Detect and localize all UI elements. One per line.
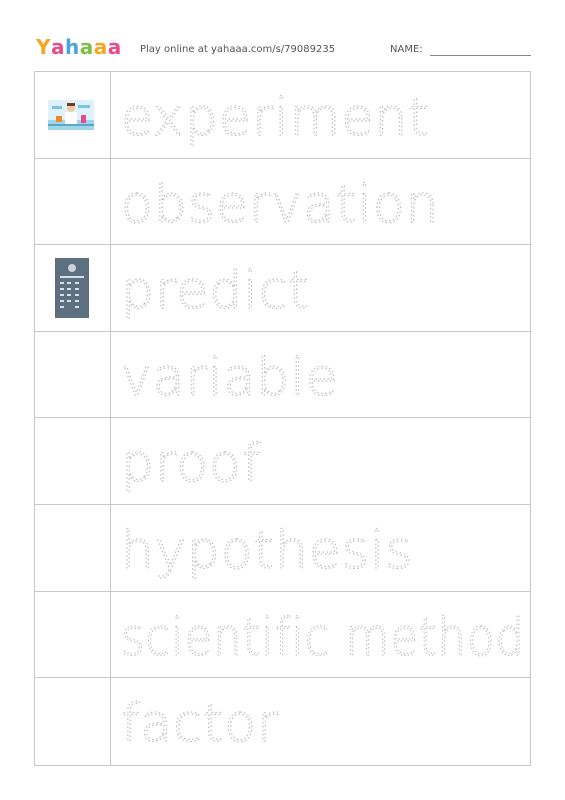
picture-cell (35, 591, 111, 678)
logo-letter: a (93, 35, 108, 59)
picture-cell (35, 418, 111, 504)
tracing-row: proof (35, 418, 530, 505)
scientist-lab-picture (48, 100, 94, 130)
logo-letter: a (107, 35, 122, 59)
picture-cell (35, 158, 111, 245)
word-cell: factor (111, 678, 530, 765)
picture-cell (35, 245, 111, 331)
traceable-word-svg: factor (120, 694, 279, 755)
tracing-row: factor (35, 678, 530, 765)
word-cell: observation (111, 159, 530, 245)
tracing-row: hypothesis (35, 504, 530, 592)
traceable-word-svg: observation (120, 174, 440, 235)
word-cell: proof (111, 418, 530, 504)
traceable-word: scientific method (121, 608, 525, 668)
yahaaa-logo: Yahaaa (36, 34, 122, 60)
name-label: NAME: (390, 44, 423, 55)
word-cell: scientific method (111, 592, 530, 678)
logo-letter: a (79, 35, 94, 59)
logo-letter: a (50, 35, 65, 59)
traceable-word-svg: variable (120, 347, 339, 408)
traceable-word-svg: hypothesis (120, 520, 414, 581)
traceable-word: factor (121, 694, 279, 754)
play-online-link[interactable]: Play online at yahaaa.com/s/79089235 (140, 44, 335, 55)
traceable-word: proof (121, 434, 261, 494)
logo-letter: h (64, 35, 80, 59)
logo-letter: Y (36, 35, 51, 59)
traceable-word-svg: proof (120, 434, 261, 495)
traceable-word: hypothesis (121, 521, 414, 581)
traceable-word: predict (121, 261, 310, 321)
traceable-word-svg: predict (120, 261, 310, 322)
traceable-word: experiment (121, 88, 430, 148)
traceable-word-svg: scientific method (120, 607, 525, 668)
word-cell: predict (111, 245, 530, 331)
word-tracing-grid: experiment observation predict variable … (34, 71, 531, 766)
tracing-row: experiment (35, 72, 530, 159)
traceable-word: variable (121, 348, 339, 408)
word-cell: experiment (111, 72, 530, 158)
worksheet-header: Yahaaa Play online at yahaaa.com/s/79089… (36, 34, 531, 62)
picture-cell (35, 331, 111, 418)
worksheet-page: Yahaaa Play online at yahaaa.com/s/79089… (0, 0, 565, 800)
weather-forecast-picture (55, 258, 89, 319)
picture-cell (35, 72, 111, 158)
tracing-row: variable (35, 331, 530, 419)
traceable-word-svg: experiment (120, 87, 430, 148)
picture-cell (35, 504, 111, 591)
tracing-row: scientific method (35, 591, 530, 679)
tracing-row: predict (35, 245, 530, 332)
picture-cell (35, 678, 111, 765)
word-cell: hypothesis (111, 505, 530, 591)
word-cell: variable (111, 332, 530, 418)
traceable-word: observation (121, 175, 440, 235)
tracing-row: observation (35, 158, 530, 246)
name-field-line[interactable] (430, 55, 531, 56)
